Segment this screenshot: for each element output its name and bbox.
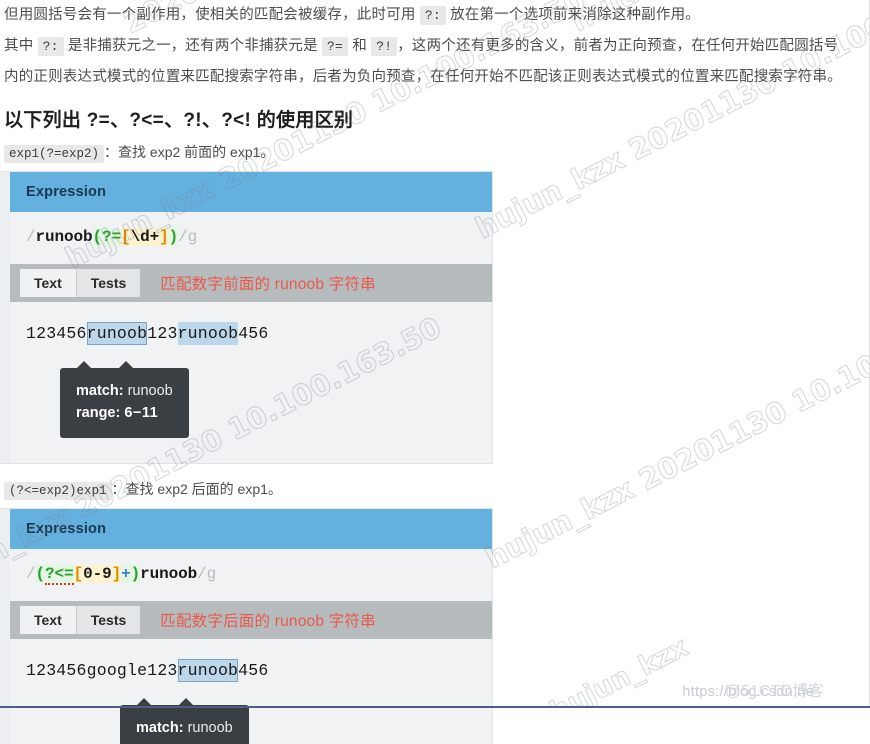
tooltip-arrow (118, 361, 134, 369)
panel-2-header-title: Expression (26, 521, 107, 537)
regex-token: / (26, 565, 36, 583)
regex-token: runoob (140, 565, 198, 583)
panel-1-expression[interactable]: /runoob(?=[\d+])/g (26, 228, 197, 246)
regex-token: / (26, 228, 36, 246)
panel-2-match-tooltip: match: runoob range: 15−20 (120, 698, 249, 744)
footer-site-badge: @51CTO博客 (725, 683, 824, 700)
panel-2-tooltip-range-line: range: 15−20 (136, 739, 233, 744)
panel-1-annotation: 匹配数字前面的 runoob 字符串 (160, 276, 376, 293)
document-body: 但用圆括号会有一个副作用，使相关的匹配会被缓存，此时可用 ?: 放在第一个选项前… (0, 0, 858, 744)
section-2-caption-code: (?<=exp2)exp1 (4, 482, 112, 500)
panel-1-tooltip-match-value: runoob (127, 383, 173, 399)
panel-1-subject-text[interactable]: 123456runoob123runoob456 (26, 322, 269, 345)
panel-1-tooltip-range-label: range: (76, 405, 121, 421)
panel-2-annotation: 匹配数字后面的 runoob 字符串 (160, 613, 376, 630)
section-1-caption: exp1(?=exp2) ：查找 exp2 前面的 exp1。 (4, 142, 858, 164)
regex-token: ( (35, 565, 46, 583)
inline-code: ?: (37, 37, 64, 56)
regex-token: \d+ (130, 228, 160, 246)
regex-token: ] (111, 565, 122, 583)
panel-2-text-area[interactable]: 123456google123runoob456 match: runoob r… (0, 639, 492, 744)
regex-token: [ (73, 565, 84, 583)
page-heading: 以下列出 ?=、?<=、?!、?<! 的使用区别 (4, 110, 354, 131)
regex-token: / (197, 565, 207, 583)
paragraph-text: 是非捕获元之一，还有两个非捕获元是 (63, 38, 323, 54)
paragraph-1: 但用圆括号会有一个副作用，使相关的匹配会被缓存，此时可用 ?: 放在第一个选项前… (0, 0, 858, 31)
regex-panel-1: Expression /runoob(?=[\d+])/g Text Tests… (0, 172, 492, 463)
panel-1-tabbar: Text Tests 匹配数字前面的 runoob 字符串 (0, 264, 492, 302)
regex-token: ) (168, 228, 179, 246)
match-highlight: runoob (86, 322, 148, 345)
panel-2-tab-tests[interactable]: Tests (76, 606, 141, 634)
inline-code: ?= (322, 37, 349, 56)
panel-1-tooltip-match-label: match: (76, 383, 124, 399)
paragraph-text: 和 (348, 38, 372, 54)
subject-plain-text: 123456google123 (26, 661, 178, 680)
panel-2-tab-text[interactable]: Text (20, 606, 77, 634)
panel-1-tooltip-match-line: match: runoob (76, 380, 173, 402)
panel-1-tooltip-range-line: range: 6−11 (76, 402, 173, 424)
panel-2-tooltip-match-label: match: (136, 720, 184, 736)
section-1-caption-text: ：查找 exp2 前面的 exp1。 (104, 144, 275, 160)
panel-1-tab-tests[interactable]: Tests (76, 269, 141, 297)
paragraph-2: 其中 ?: 是非捕获元之一，还有两个非捕获元是 ?= 和 ?! ，这两个还有更多的… (0, 31, 858, 93)
panel-2-tooltip-match-value: runoob (187, 720, 233, 736)
paragraph-text: 但用圆括号会有一个副作用，使相关的匹配会被缓存，此时可用 (4, 7, 420, 23)
panel-1-left-rail (0, 172, 10, 463)
regex-token: + (121, 565, 131, 583)
panel-2-subject-text[interactable]: 123456google123runoob456 (26, 659, 269, 682)
panel-2-left-rail (0, 509, 10, 744)
match-highlight: runoob (177, 322, 239, 345)
inline-code: ?: (419, 6, 446, 25)
panel-2-tabbar: Text Tests 匹配数字后面的 runoob 字符串 (0, 601, 492, 639)
match-highlight: runoob (177, 659, 239, 682)
subject-plain-text: 456 (238, 661, 269, 680)
section-2-caption-text: ：查找 exp2 后面的 exp1。 (111, 481, 282, 497)
regex-token: / (178, 228, 188, 246)
panel-1-header: Expression (0, 172, 492, 212)
subject-plain-text: 456 (238, 324, 269, 343)
tooltip-arrow (178, 698, 194, 706)
section-1-caption-code: exp1(?=exp2) (4, 145, 105, 163)
panel-1-header-title: Expression (26, 184, 107, 200)
subject-plain-text: 123 (147, 324, 178, 343)
regex-token: ] (159, 228, 169, 246)
section-2-caption: (?<=exp2)exp1 ：查找 exp2 后面的 exp1。 (4, 479, 858, 501)
regex-token: 0-9 (83, 565, 112, 583)
panel-2-tooltip-match-line: match: runoob (136, 717, 233, 739)
panel-2-expression-row[interactable]: /(?<=[0-9]+)runoob/g (0, 549, 492, 601)
regex-panel-2: Expression /(?<=[0-9]+)runoob/g Text Tes… (0, 509, 492, 744)
panel-1-tooltip-range-value: 6−11 (124, 405, 159, 421)
regex-token: ) (130, 565, 141, 583)
paragraph-text: 放在第一个选项前来消除这种副作用。 (445, 7, 700, 23)
regex-token: g (206, 565, 217, 583)
panel-2-expression[interactable]: /(?<=[0-9]+)runoob/g (26, 565, 216, 585)
regex-token: ?<= (45, 565, 74, 585)
inline-code: ?! (371, 37, 398, 56)
subject-plain-text: 123456 (26, 324, 87, 343)
panel-2-header: Expression (0, 509, 492, 549)
regex-token: g (187, 228, 198, 246)
panel-1-expression-row[interactable]: /runoob(?=[\d+])/g (0, 212, 492, 264)
panel-1-text-area[interactable]: 123456runoob123runoob456 match: runoob r… (0, 302, 492, 463)
regex-token: runoob (35, 228, 93, 246)
regex-token: [ (121, 228, 131, 246)
panel-1-tab-text[interactable]: Text (20, 269, 77, 297)
panel-1-match-tooltip: match: runoob range: 6−11 (60, 361, 189, 438)
paragraph-text: 其中 (4, 38, 38, 54)
regex-token: (?= (92, 228, 122, 246)
